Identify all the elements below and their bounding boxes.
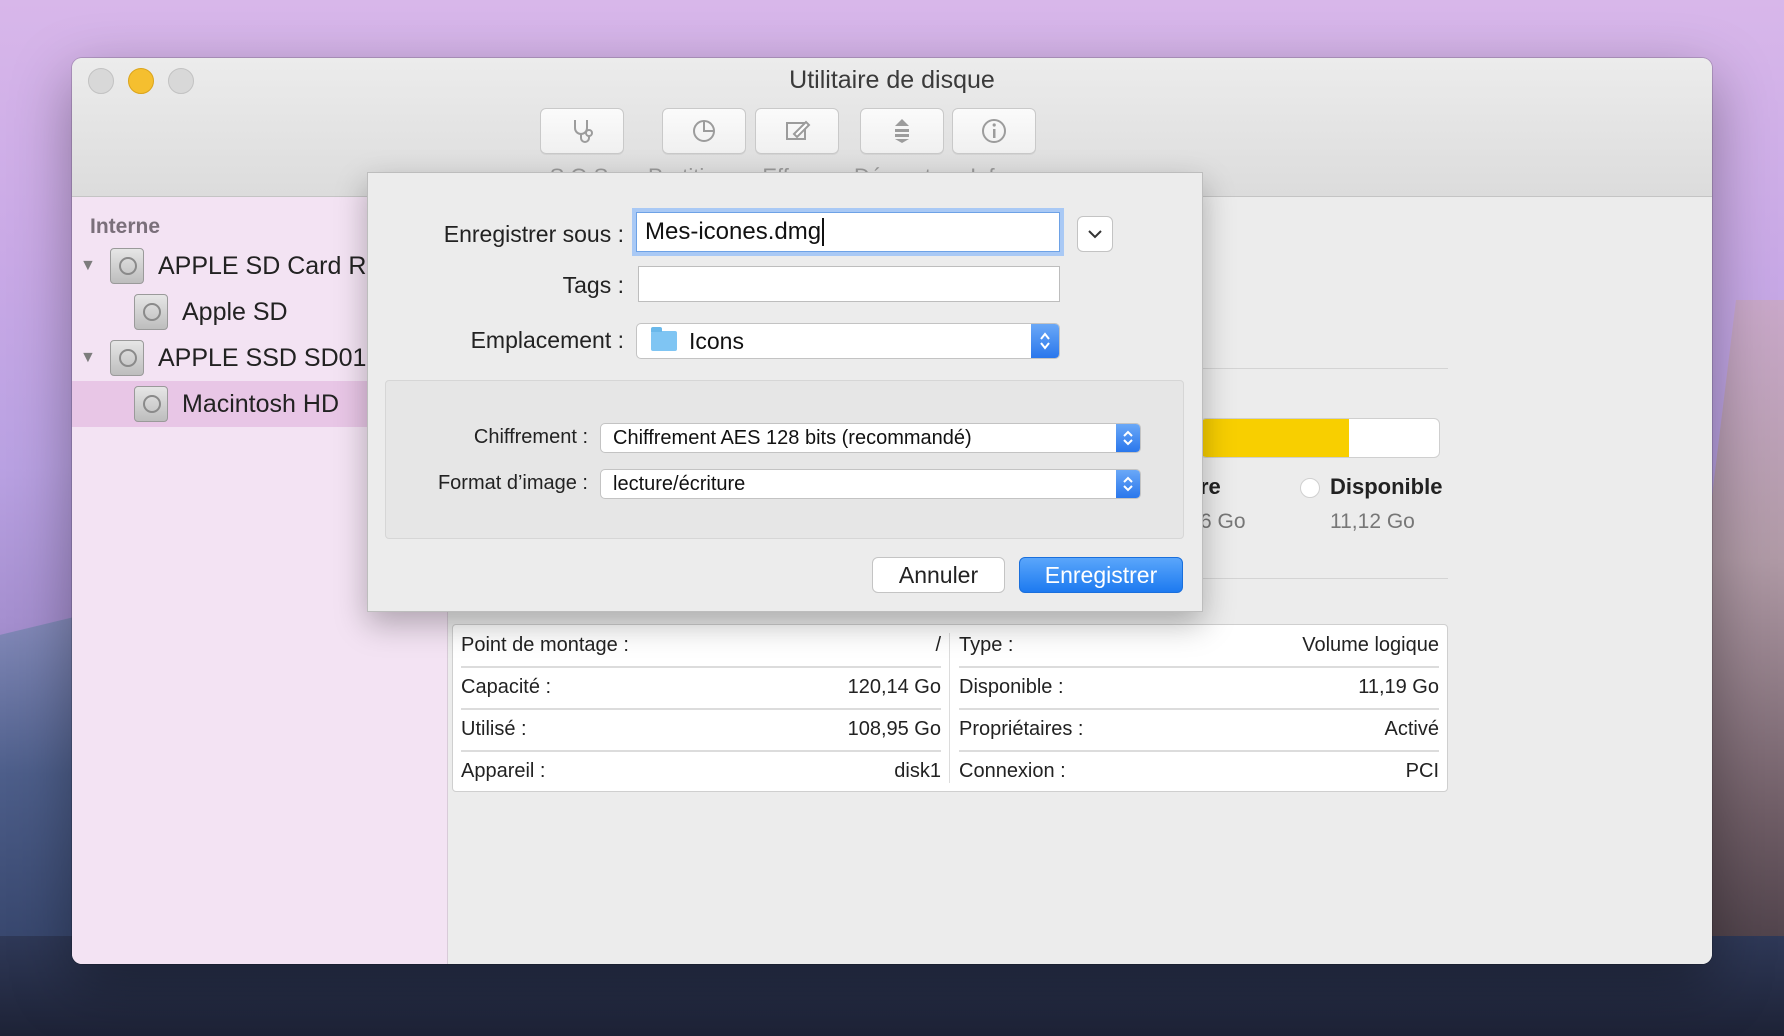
chevron-down-icon xyxy=(1088,230,1102,239)
info-column-right: Type : Volume logique Disponible : 11,19… xyxy=(951,625,1447,791)
sidebar-item-label: APPLE SD Card R... xyxy=(158,251,388,280)
disk-icon xyxy=(134,386,168,422)
used-legend-value: 6 Go xyxy=(1200,510,1246,533)
unmount-icon xyxy=(895,119,910,143)
available-legend-value: 11,12 Go xyxy=(1330,510,1415,533)
info-row-owners: Propriétaires : Activé xyxy=(959,709,1439,752)
info-label: Capacité : xyxy=(461,676,552,698)
toolbar-erase-box[interactable] xyxy=(755,108,839,154)
divider xyxy=(1200,368,1448,369)
used-legend-label: re xyxy=(1200,474,1221,499)
info-label: Type : xyxy=(959,634,1014,656)
text-caret xyxy=(822,218,825,246)
disclosure-triangle-icon[interactable]: ▼ xyxy=(80,349,96,367)
info-label: Point de montage : xyxy=(461,634,629,656)
tags-input[interactable] xyxy=(638,266,1060,302)
image-options-box xyxy=(385,380,1184,539)
encryption-popup[interactable]: Chiffrement AES 128 bits (recommandé) xyxy=(600,423,1141,453)
info-row-available: Disponible : 11,19 Go xyxy=(959,667,1439,710)
available-legend-dot xyxy=(1300,478,1320,498)
info-row-device: Appareil : disk1 xyxy=(461,751,941,792)
disclosure-triangle-icon[interactable]: ▼ xyxy=(80,257,96,275)
info-value: 11,19 Go xyxy=(1358,676,1439,698)
stethoscope-icon xyxy=(574,120,593,143)
info-row-connection: Connexion : PCI xyxy=(959,751,1439,792)
info-label: Disponible : xyxy=(959,676,1064,698)
expand-dialog-button[interactable] xyxy=(1077,216,1113,252)
location-label: Emplacement : xyxy=(470,327,624,353)
tags-label: Tags : xyxy=(562,272,624,298)
info-value: 108,95 Go xyxy=(847,718,941,740)
info-row-capacity: Capacité : 120,14 Go xyxy=(461,667,941,710)
folder-icon xyxy=(651,327,677,351)
info-value: / xyxy=(935,634,941,656)
location-value: Icons xyxy=(689,327,744,354)
available-legend-label: Disponible xyxy=(1330,474,1443,499)
info-label: Utilisé : xyxy=(461,718,527,740)
info-row-used: Utilisé : 108,95 Go xyxy=(461,709,941,752)
info-row-type: Type : Volume logique xyxy=(959,625,1439,668)
disk-icon xyxy=(134,294,168,330)
save-as-value: Mes-icones.dmg xyxy=(645,218,822,245)
image-format-label: Format d’image : xyxy=(437,472,588,494)
location-popup[interactable]: Icons xyxy=(636,323,1060,359)
info-column-left: Point de montage : / Capacité : 120,14 G… xyxy=(453,625,949,791)
save-as-label: Enregistrer sous : xyxy=(443,221,624,247)
info-value: PCI xyxy=(1405,760,1439,782)
capacity-used-fill xyxy=(1201,419,1349,457)
encryption-label: Chiffrement : xyxy=(473,426,588,448)
save-as-input[interactable]: Mes-icones.dmg xyxy=(636,212,1060,252)
info-label: Connexion : xyxy=(959,760,1066,782)
pie-icon xyxy=(693,120,716,142)
sidebar-item-label: Macintosh HD xyxy=(182,389,339,418)
cancel-button[interactable]: Annuler xyxy=(872,557,1005,593)
disk-icon xyxy=(110,340,144,376)
erase-icon xyxy=(786,120,811,140)
toolbar-partition-box[interactable] xyxy=(662,108,747,154)
image-format-popup[interactable]: lecture/écriture xyxy=(600,469,1141,499)
encryption-value: Chiffrement AES 128 bits (recommandé) xyxy=(613,426,972,449)
save-button[interactable]: Enregistrer xyxy=(1019,557,1183,593)
image-format-value: lecture/écriture xyxy=(613,472,746,495)
sidebar-item-label: APPLE SSD SD01... xyxy=(158,343,388,372)
info-value: 120,14 Go xyxy=(847,676,941,698)
popup-arrows-icon xyxy=(1116,470,1140,498)
toolbar-sos-box[interactable] xyxy=(540,108,624,154)
popup-arrows-icon xyxy=(1031,324,1059,358)
popup-arrows-icon xyxy=(1116,424,1140,452)
info-label: Propriétaires : xyxy=(959,718,1084,740)
info-value: disk1 xyxy=(894,760,941,782)
info-row-mount-point: Point de montage : / xyxy=(461,625,941,668)
toolbar-unmount-box[interactable] xyxy=(860,108,945,154)
toolbar-info-box[interactable] xyxy=(952,108,1036,154)
capacity-bar xyxy=(1200,418,1440,458)
column-divider xyxy=(949,633,950,783)
divider xyxy=(1200,578,1448,579)
info-value: Volume logique xyxy=(1302,634,1439,656)
info-icon xyxy=(982,119,1006,143)
sidebar-section-title: Interne xyxy=(90,215,161,238)
volume-info-table: Point de montage : / Capacité : 120,14 G… xyxy=(452,624,1448,792)
window-title: Utilitaire de disque xyxy=(789,66,995,94)
disk-icon xyxy=(110,248,144,284)
sidebar-item-label: Apple SD xyxy=(182,297,288,326)
info-value: Activé xyxy=(1384,718,1439,740)
info-label: Appareil : xyxy=(461,760,546,782)
